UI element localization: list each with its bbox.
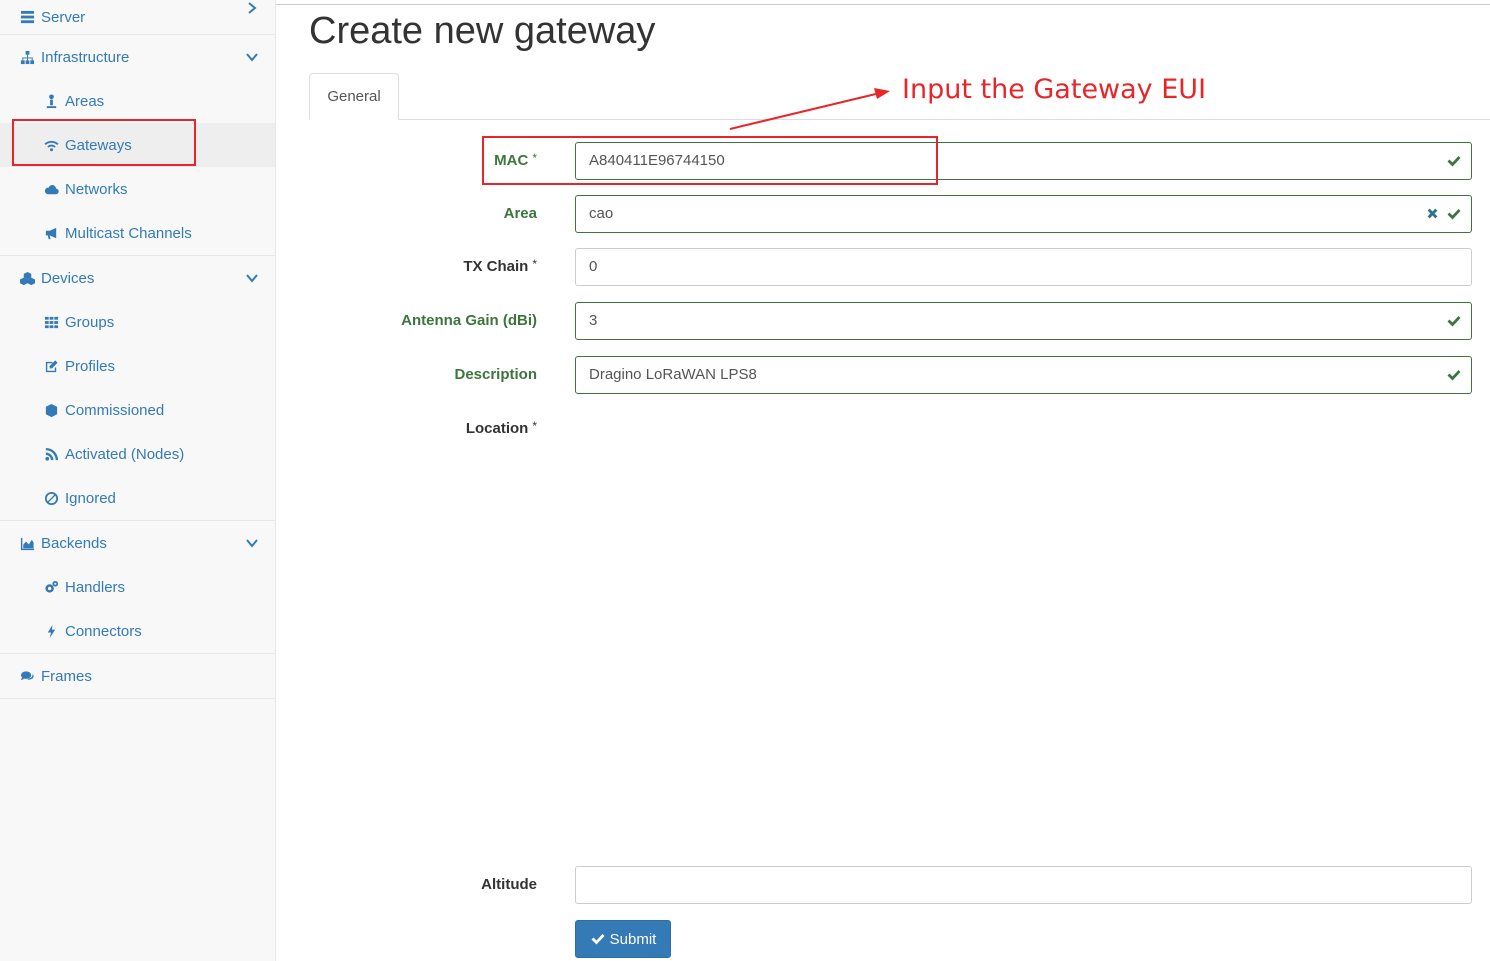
description-label: Description	[454, 366, 537, 383]
check-icon	[1446, 313, 1462, 329]
sidebar-item-label: Handlers	[65, 578, 126, 596]
sidebar-item-ignored[interactable]: Ignored	[0, 476, 275, 520]
sidebar-item-label: Areas	[65, 92, 105, 110]
annotation-text: Input the Gateway EUI	[902, 74, 1207, 105]
cloud-icon	[42, 180, 60, 198]
annotation-box-mac	[482, 136, 938, 185]
sidebar-item-label: Frames	[41, 667, 92, 685]
check-icon	[591, 934, 605, 945]
form-row-altitude: Altitude	[309, 866, 1472, 904]
sidebar-item-networks[interactable]: Networks	[0, 167, 275, 211]
sidebar-item-multicast-channels[interactable]: Multicast Channels	[0, 211, 275, 255]
sidebar-item-label: Profiles	[65, 357, 116, 375]
sidebar-item-label: Multicast Channels	[65, 224, 192, 242]
annotation-arrow	[729, 88, 890, 130]
nav-group-devices: Devices Groups Profiles Commissioned Act…	[0, 256, 275, 521]
area-select[interactable]: cao	[575, 195, 1472, 233]
sidebar-item-label: Groups	[65, 313, 115, 331]
sidebar-item-handlers[interactable]: Handlers	[0, 565, 275, 609]
sidebar-item-label: Networks	[65, 180, 128, 198]
submit-button[interactable]: Submit	[575, 920, 671, 958]
comments-icon	[18, 667, 36, 685]
description-input[interactable]: Dragino LoRaWAN LPS8	[575, 356, 1472, 394]
tx-chain-label: TX Chain *	[463, 257, 537, 275]
chevron-down-icon[interactable]	[245, 50, 258, 62]
sidebar-item-devices[interactable]: Devices	[0, 256, 275, 300]
sidebar-item-infrastructure[interactable]: Infrastructure	[0, 35, 275, 79]
sidebar-item-profiles[interactable]: Profiles	[0, 344, 275, 388]
sidebar-item-label: Connectors	[65, 622, 142, 640]
chevron-right-icon[interactable]	[245, 1, 257, 14]
server-icon	[18, 8, 36, 26]
sidebar-item-server[interactable]: Server	[0, 0, 275, 34]
tab-general[interactable]: General	[309, 73, 399, 120]
altitude-label: Altitude	[481, 876, 537, 893]
sidebar-item-label: Commissioned	[65, 401, 165, 419]
sidebar-item-label: Server	[41, 9, 86, 26]
area-label: Area	[503, 205, 537, 222]
nav-group-frames: Frames	[0, 654, 275, 699]
cubes-icon	[18, 269, 36, 287]
tx-chain-input[interactable]: 0	[575, 248, 1472, 286]
form-row-antenna-gain: Antenna Gain (dBi) 3	[309, 302, 1472, 340]
bolt-icon	[42, 622, 60, 640]
altitude-input[interactable]	[575, 866, 1472, 904]
check-icon	[1446, 153, 1462, 169]
ban-icon	[42, 489, 60, 507]
sidebar-item-activated-nodes[interactable]: Activated (Nodes)	[0, 432, 275, 476]
user-pin-icon	[42, 92, 60, 110]
edit-icon	[42, 357, 60, 375]
bullhorn-icon	[42, 224, 60, 242]
form-row-tx-chain: TX Chain * 0	[309, 248, 1472, 286]
check-icon	[1446, 367, 1462, 383]
rss-icon	[42, 445, 60, 463]
sidebar-item-label: Devices	[41, 269, 95, 287]
sidebar-item-groups[interactable]: Groups	[0, 300, 275, 344]
sidebar-item-label: Infrastructure	[41, 48, 130, 66]
submit-button-label: Submit	[609, 930, 657, 948]
sidebar-item-frames[interactable]: Frames	[0, 654, 275, 698]
area-chart-icon	[18, 534, 36, 552]
location-map-area[interactable]	[575, 410, 1472, 850]
sidebar-item-commissioned[interactable]: Commissioned	[0, 388, 275, 432]
chevron-down-icon[interactable]	[245, 536, 258, 548]
top-divider	[276, 4, 1490, 5]
page-title: Create new gateway	[309, 10, 656, 52]
sidebar-item-connectors[interactable]: Connectors	[0, 609, 275, 653]
chevron-down-icon[interactable]	[245, 271, 258, 283]
cube-icon	[42, 401, 60, 419]
sidebar-item-label: Activated (Nodes)	[65, 445, 185, 463]
sidebar-item-label: Ignored	[65, 489, 116, 507]
grid-icon	[42, 313, 60, 331]
nav-group-server: Server	[0, 0, 275, 35]
sidebar-item-backends[interactable]: Backends	[0, 521, 275, 565]
form-row-area: Area cao	[309, 195, 1472, 233]
location-label: Location *	[465, 419, 537, 437]
annotation-box-gateways	[12, 119, 196, 166]
antenna-gain-label: Antenna Gain (dBi)	[401, 312, 537, 329]
sidebar-item-label: Backends	[41, 534, 107, 552]
clear-icon[interactable]	[1426, 207, 1439, 220]
nav-group-backends: Backends Handlers Connectors	[0, 521, 275, 654]
sidebar-item-areas[interactable]: Areas	[0, 79, 275, 123]
form-row-location: Location *	[309, 410, 1472, 448]
sitemap-icon	[18, 48, 36, 66]
antenna-gain-input[interactable]: 3	[575, 302, 1472, 340]
form-row-description: Description Dragino LoRaWAN LPS8	[309, 356, 1472, 394]
cogs-icon	[42, 578, 60, 596]
check-icon	[1446, 206, 1462, 222]
